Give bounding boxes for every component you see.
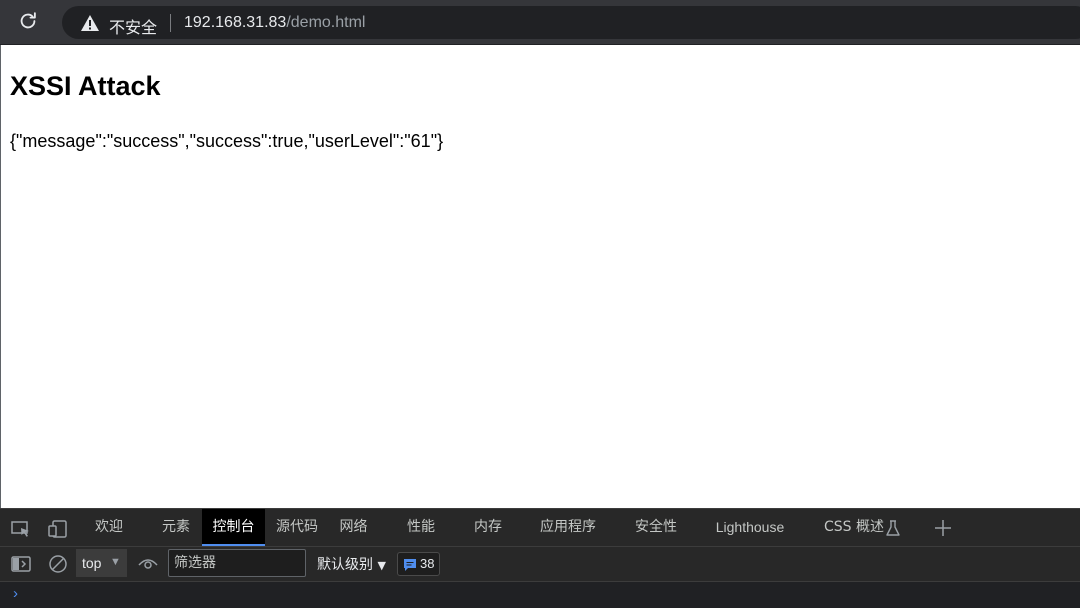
tab-network[interactable]: 网络 <box>331 509 376 546</box>
experiment-flask-icon <box>885 519 905 537</box>
tab-sources[interactable]: 源代码 <box>270 509 324 546</box>
url-path: /demo.html <box>286 14 366 31</box>
reload-icon <box>17 10 39 37</box>
url-text[interactable]: 192.168.31.83/demo.html <box>184 14 365 32</box>
context-value: top <box>82 555 102 571</box>
device-toolbar-icon[interactable] <box>48 520 68 538</box>
reload-button[interactable] <box>14 9 42 37</box>
url-host: 192.168.31.83 <box>184 14 287 31</box>
tab-security[interactable]: 安全性 <box>628 509 684 546</box>
chevron-down-icon: ▼ <box>377 559 386 572</box>
tab-memory[interactable]: 内存 <box>464 509 512 546</box>
page-content: XSSI Attack {"message":"success","succes… <box>0 45 1080 508</box>
tab-performance[interactable]: 性能 <box>397 509 445 546</box>
warning-icon <box>80 14 100 32</box>
live-expression-eye-icon[interactable] <box>138 556 158 574</box>
address-bar[interactable]: 不安全 192.168.31.83/demo.html <box>62 6 1080 39</box>
inspect-element-icon[interactable] <box>11 520 31 538</box>
message-icon <box>404 559 416 571</box>
security-status-label[interactable]: 不安全 <box>109 14 157 38</box>
log-level-select[interactable]: 默认级别 ▼ <box>317 554 386 574</box>
more-tabs-plus-icon[interactable] <box>933 518 953 538</box>
sidebar-toggle-icon[interactable] <box>11 555 31 573</box>
prompt-chevron-icon: › <box>13 585 18 602</box>
tab-welcome[interactable]: 欢迎 <box>85 509 133 546</box>
console-input-line[interactable]: › <box>0 582 1080 608</box>
tab-application[interactable]: 应用程序 <box>534 509 602 546</box>
tab-lighthouse[interactable]: Lighthouse <box>711 509 789 546</box>
json-response-text: {"message":"success","success":true,"use… <box>10 131 444 151</box>
browser-toolbar: 不安全 192.168.31.83/demo.html <box>0 0 1080 45</box>
chevron-down-icon: ▼ <box>110 556 121 568</box>
page-title: XSSI Attack <box>10 71 161 101</box>
clear-console-icon[interactable] <box>48 554 68 573</box>
messages-count-badge[interactable]: 38 <box>397 552 440 576</box>
omnibox-divider <box>170 14 171 32</box>
devtools-tab-bar: 欢迎 元素 控制台 源代码 网络 性能 内存 应用程序 安全性 Lighthou… <box>0 508 1080 546</box>
message-count: 38 <box>420 556 435 571</box>
tab-elements[interactable]: 元素 <box>152 509 200 546</box>
console-toolbar: top ▼ 默认级别 ▼ 38 <box>0 546 1080 582</box>
console-filter-input[interactable] <box>168 549 306 577</box>
log-level-label: 默认级别 <box>317 557 373 573</box>
tab-css-overview[interactable]: CSS 概述 <box>820 509 888 546</box>
execution-context-select[interactable]: top ▼ <box>76 549 127 577</box>
tab-console[interactable]: 控制台 <box>202 509 265 546</box>
